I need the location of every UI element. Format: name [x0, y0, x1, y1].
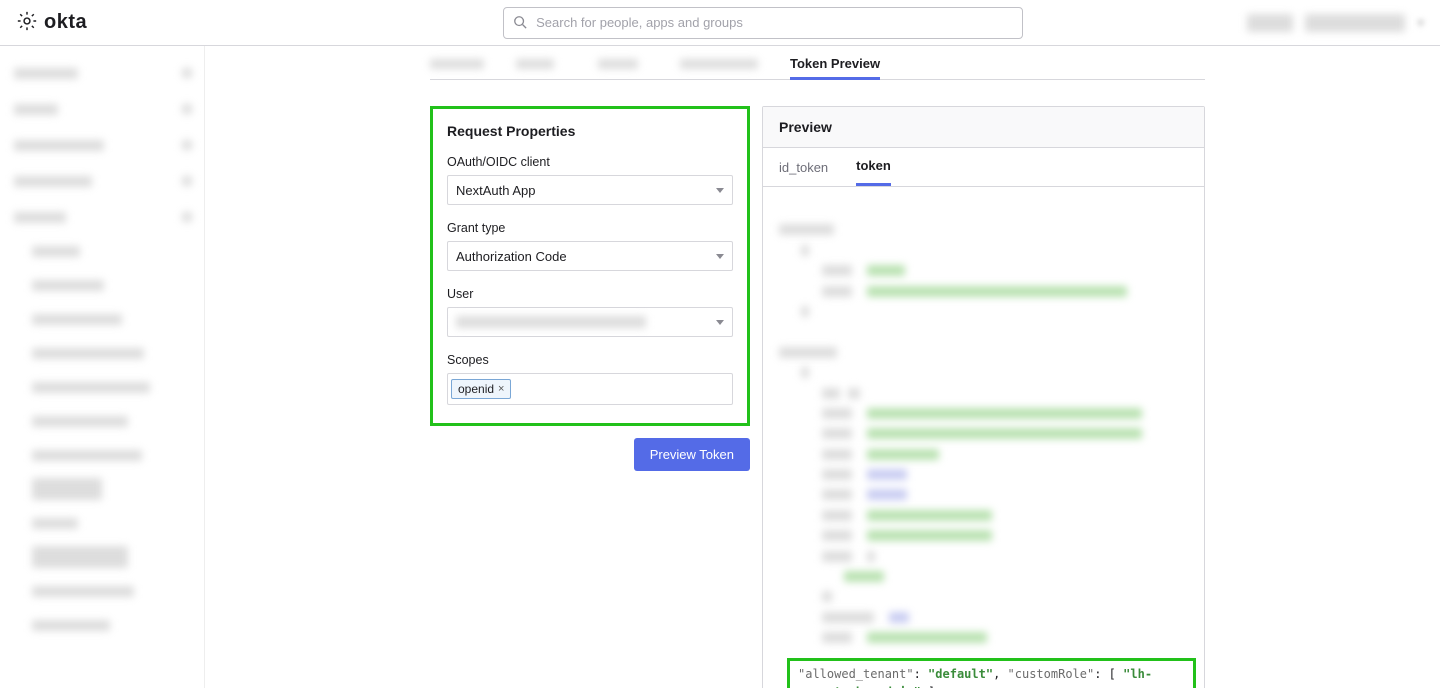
sidebar	[0, 46, 205, 688]
sidebar-subitem[interactable]	[32, 614, 192, 636]
sidebar-subitem[interactable]	[32, 274, 192, 296]
user-label: User	[447, 287, 733, 301]
user-select[interactable]	[447, 307, 733, 337]
client-label: OAuth/OIDC client	[447, 155, 733, 169]
content-area: Token Preview Request Properties OAuth/O…	[205, 46, 1440, 688]
sidebar-subitem[interactable]	[32, 410, 192, 432]
token-claims-highlight: "allowed_tenant": "default", "customRole…	[787, 658, 1196, 688]
page-tabs: Token Preview	[430, 50, 1205, 80]
topbar: okta ▾	[0, 0, 1440, 46]
user-value	[456, 316, 646, 328]
scope-tag: openid ×	[451, 379, 511, 399]
preview-subtabs: id_token token	[763, 148, 1204, 187]
sidebar-subitem[interactable]	[32, 580, 192, 602]
subtab-id-token[interactable]: id_token	[779, 148, 828, 186]
request-properties-title: Request Properties	[447, 123, 733, 139]
sidebar-subitem[interactable]	[32, 444, 192, 466]
global-search[interactable]	[503, 7, 1023, 39]
preview-token-button[interactable]: Preview Token	[634, 438, 750, 471]
sidebar-item[interactable]	[14, 60, 192, 86]
tab-hidden[interactable]	[430, 49, 484, 79]
scopes-label: Scopes	[447, 353, 733, 367]
brand-name: okta	[44, 11, 87, 34]
user-name	[1305, 14, 1405, 32]
tab-hidden[interactable]	[516, 49, 566, 79]
client-select[interactable]: NextAuth App	[447, 175, 733, 205]
claim-key: "customRole"	[1008, 667, 1095, 681]
grant-type-value: Authorization Code	[456, 249, 567, 264]
preview-title: Preview	[763, 107, 1204, 148]
claim-value: "default"	[928, 667, 993, 681]
sidebar-item[interactable]	[14, 132, 192, 158]
tab-hidden[interactable]	[680, 49, 758, 79]
claim-key: "allowed_tenant"	[798, 667, 914, 681]
remove-scope-icon[interactable]: ×	[498, 383, 504, 395]
grant-type-label: Grant type	[447, 221, 733, 235]
sidebar-subitem[interactable]	[32, 376, 192, 398]
subtab-token[interactable]: token	[856, 148, 891, 186]
search-icon	[513, 15, 527, 29]
sidebar-subitem[interactable]	[32, 342, 192, 364]
grant-type-select[interactable]: Authorization Code	[447, 241, 733, 271]
search-input[interactable]	[503, 7, 1023, 39]
sidebar-item[interactable]	[14, 96, 192, 122]
sidebar-subitem[interactable]	[32, 546, 192, 568]
sidebar-subitem[interactable]	[32, 308, 192, 330]
scope-tag-label: openid	[458, 382, 494, 396]
client-value: NextAuth App	[456, 183, 536, 198]
chevron-down-icon: ▾	[1417, 15, 1424, 31]
okta-sunburst-icon	[16, 10, 38, 35]
sidebar-subitem[interactable]	[32, 478, 192, 500]
tab-token-preview[interactable]: Token Preview	[790, 50, 880, 80]
token-json-output	[763, 187, 1204, 656]
sidebar-subitem[interactable]	[32, 512, 192, 534]
tab-hidden[interactable]	[598, 49, 648, 79]
preview-panel: Preview id_token token	[762, 106, 1205, 688]
org-name	[1247, 14, 1293, 32]
scopes-input[interactable]: openid ×	[447, 373, 733, 405]
sidebar-item[interactable]	[14, 168, 192, 194]
sidebar-subitem[interactable]	[32, 240, 192, 262]
brand-logo[interactable]: okta	[16, 10, 87, 35]
request-properties-panel: Request Properties OAuth/OIDC client Nex…	[430, 106, 750, 426]
sidebar-item[interactable]	[14, 204, 192, 230]
user-menu[interactable]: ▾	[1247, 14, 1424, 32]
